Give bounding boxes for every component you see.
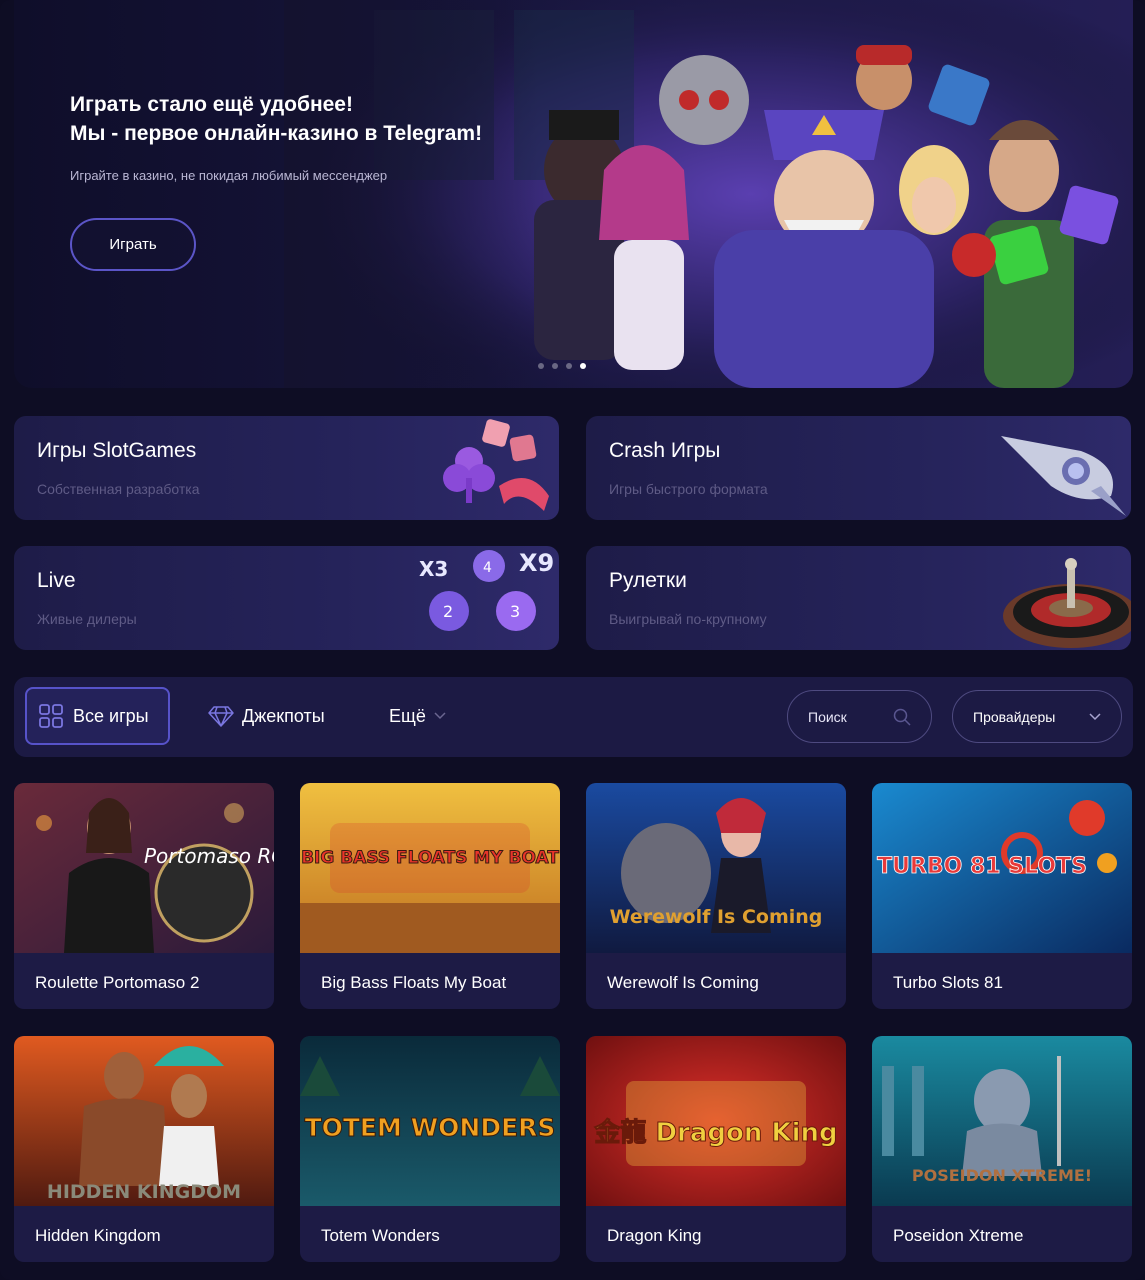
- slider-dot-active[interactable]: [580, 363, 586, 369]
- category-subtitle: Живые дилеры: [37, 611, 137, 627]
- search-field[interactable]: [787, 690, 932, 743]
- tab-more-label: Ещё: [389, 705, 426, 726]
- tab-jackpots[interactable]: Джекпоты: [208, 687, 325, 745]
- thumb-title: POSEIDON XTREME!: [912, 1166, 1092, 1185]
- diamond-icon: [208, 706, 234, 727]
- slider-dot[interactable]: [552, 363, 558, 369]
- category-subtitle: Игры быстрого формата: [609, 481, 768, 497]
- thumb-title: HIDDEN KINGDOM: [47, 1181, 241, 1203]
- tab-all-games[interactable]: Все игры: [25, 687, 170, 745]
- game-name: Hidden Kingdom: [35, 1226, 161, 1245]
- game-thumbnail: TOTEM WONDERS: [300, 1036, 560, 1206]
- game-name: Werewolf Is Coming: [607, 973, 759, 992]
- hero-banner[interactable]: Играть стало ещё удобнее! Мы - первое он…: [14, 0, 1133, 388]
- category-card-slotgames[interactable]: Игры SlotGames Собственная разработка: [14, 416, 559, 520]
- category-card-crash[interactable]: Crash Игры Игры быстрого формата: [586, 416, 1131, 520]
- game-name: Poseidon Xtreme: [893, 1226, 1024, 1245]
- game-thumbnail: POSEIDON XTREME!: [872, 1036, 1132, 1206]
- game-card-hidden-kingdom[interactable]: HIDDEN KINGDOM Hidden Kingdom: [14, 1036, 274, 1262]
- game-name: Turbo Slots 81: [893, 973, 1003, 992]
- thumb-title: TURBO 81 SLOTS: [877, 854, 1087, 879]
- thumb-title: Portomaso ROULETTE 2: [144, 844, 274, 868]
- thumb-title: TOTEM WONDERS: [305, 1113, 556, 1142]
- game-card-big-bass-floats-my-boat[interactable]: BIG BASS FLOATS MY BOAT Big Bass Floats …: [300, 783, 560, 1009]
- chevron-down-icon: [1089, 712, 1101, 720]
- tab-all-games-label: Все игры: [73, 705, 149, 726]
- game-card-dragon-king[interactable]: 金龍 Dragon King Dragon King: [586, 1036, 846, 1262]
- game-name: Totem Wonders: [321, 1226, 440, 1245]
- game-name: Dragon King: [607, 1226, 702, 1245]
- category-subtitle: Выигрывай по-крупному: [609, 611, 767, 627]
- tab-more-dropdown[interactable]: Ещё: [389, 687, 446, 745]
- hero-characters-illustration: [284, 0, 1133, 388]
- game-name: Big Bass Floats My Boat: [321, 973, 507, 992]
- svg-text:X3: X3: [419, 557, 448, 581]
- game-thumbnail: Werewolf Is Coming: [586, 783, 846, 953]
- hero-title-line1: Играть стало ещё удобнее!: [70, 93, 353, 116]
- category-card-live[interactable]: Live Живые дилеры X3 X9 4 2 3: [14, 546, 559, 650]
- thumb-title: BIG BASS FLOATS MY BOAT: [301, 848, 559, 868]
- hero-play-button[interactable]: Играть: [70, 218, 196, 271]
- slider-dot[interactable]: [566, 363, 572, 369]
- category-title: Live: [37, 569, 76, 592]
- category-card-roulette[interactable]: Рулетки Выигрывай по-крупному: [586, 546, 1131, 650]
- lottery-balls-icon: X3 X9 4 2 3: [419, 549, 554, 631]
- game-thumbnail: HIDDEN KINGDOM: [14, 1036, 274, 1206]
- hero-title-line2: Мы - первое онлайн-казино в Telegram!: [70, 122, 483, 145]
- game-thumbnail: TURBO 81 SLOTS: [872, 783, 1132, 953]
- game-thumbnail: 金龍 Dragon King: [586, 1036, 846, 1206]
- svg-text:2: 2: [443, 602, 453, 621]
- slider-dot[interactable]: [538, 363, 544, 369]
- category-title: Игры SlotGames: [37, 439, 197, 462]
- hero-text: Играть стало ещё удобнее! Мы - первое он…: [70, 90, 590, 183]
- category-title: Рулетки: [609, 569, 687, 592]
- game-card-totem-wonders[interactable]: TOTEM WONDERS Totem Wonders: [300, 1036, 560, 1262]
- rocket-icon: [1001, 436, 1126, 516]
- game-thumbnail: BIG BASS FLOATS MY BOAT: [300, 783, 560, 953]
- search-icon[interactable]: [893, 708, 911, 726]
- category-title: Crash Игры: [609, 439, 721, 462]
- grid-icon: [39, 704, 63, 728]
- svg-text:4: 4: [483, 560, 492, 576]
- hero-subtitle: Играйте в казино, не покидая любимый мес…: [70, 168, 388, 183]
- game-thumbnail: Portomaso ROULETTE 2: [14, 783, 274, 953]
- game-card-roulette-portomaso-2[interactable]: Portomaso ROULETTE 2 Roulette Portomaso …: [14, 783, 274, 1009]
- category-subtitle: Собственная разработка: [37, 481, 200, 497]
- roulette-wheel-icon: [1003, 558, 1131, 648]
- game-card-turbo-slots-81[interactable]: TURBO 81 SLOTS Turbo Slots 81: [872, 783, 1132, 1009]
- svg-text:X9: X9: [519, 549, 554, 577]
- game-name: Roulette Portomaso 2: [35, 973, 200, 992]
- search-input[interactable]: [808, 708, 888, 725]
- club-dice-icon: [443, 419, 549, 511]
- hero-title: Играть стало ещё удобнее! Мы - первое он…: [70, 90, 590, 148]
- svg-text:3: 3: [510, 602, 520, 621]
- game-card-werewolf-is-coming[interactable]: Werewolf Is Coming Werewolf Is Coming: [586, 783, 846, 1009]
- tab-jackpots-label: Джекпоты: [242, 705, 325, 726]
- providers-dropdown[interactable]: Провайдеры: [952, 690, 1122, 743]
- hero-slider-dots: [538, 363, 586, 369]
- game-card-poseidon-xtreme[interactable]: POSEIDON XTREME! Poseidon Xtreme: [872, 1036, 1132, 1262]
- chevron-down-icon: [434, 712, 446, 720]
- providers-label: Провайдеры: [973, 708, 1056, 725]
- casino-page: Играть стало ещё удобнее! Мы - первое он…: [0, 0, 1145, 1280]
- thumb-title: Werewolf Is Coming: [610, 906, 823, 928]
- thumb-title: 金龍 Dragon King: [593, 1117, 837, 1148]
- filter-bar: Все игры Джекпоты Ещё Провайдеры: [14, 677, 1133, 757]
